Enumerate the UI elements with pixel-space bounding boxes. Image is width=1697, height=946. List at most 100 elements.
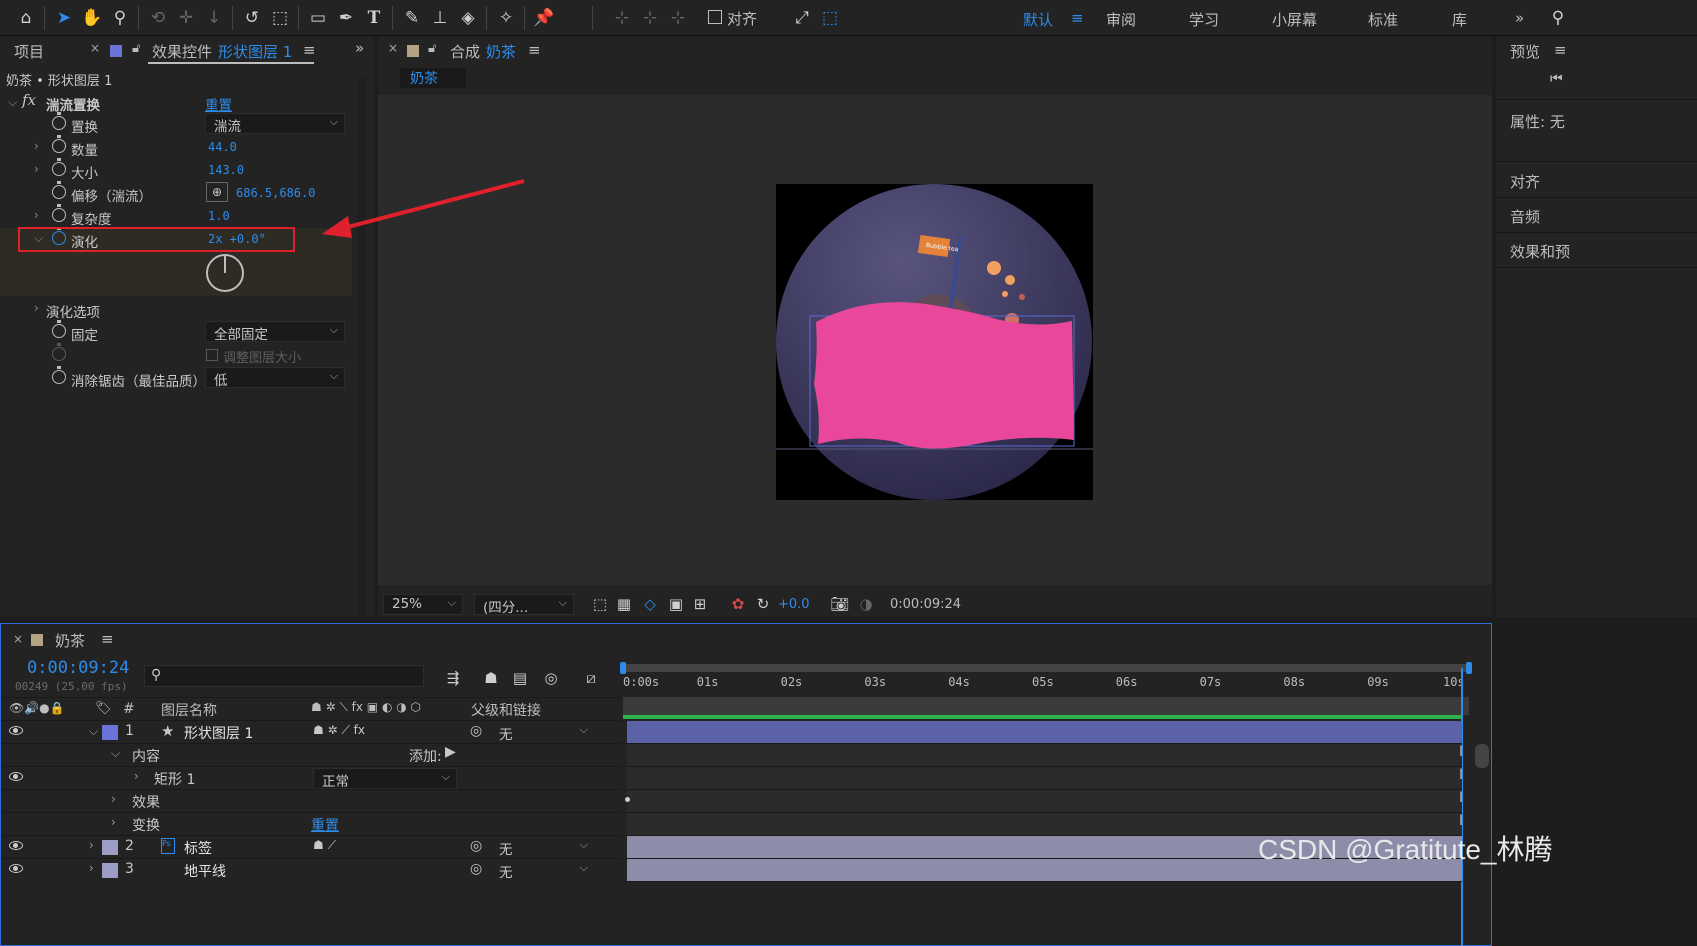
rect-row[interactable]: › 矩形 1 正常 ⌵ — [1, 767, 621, 790]
workspace-small-screen[interactable]: 小屏幕 — [1272, 9, 1317, 30]
work-area-bar[interactable] — [620, 662, 1472, 674]
resolution-dropdown[interactable]: (四分... ⌵ — [474, 594, 574, 616]
visibility-eye-icon[interactable] — [9, 864, 23, 873]
contents-row[interactable]: ⌵ 内容 添加: ▶ — [1, 744, 621, 767]
show-snapshot-icon[interactable]: ◑ — [854, 592, 878, 616]
displacement-dropdown[interactable]: 湍流 ⌵ — [205, 113, 345, 135]
preview-panel-title[interactable]: 预览 — [1510, 41, 1540, 62]
workspace-review[interactable]: 审阅 — [1106, 9, 1136, 30]
chevron-right-icon[interactable]: › — [34, 301, 39, 315]
roto-brush-icon[interactable]: ✧ — [494, 6, 518, 30]
world-axis-icon[interactable]: ⊹ — [638, 6, 662, 30]
workspace-more-button[interactable]: » — [1515, 9, 1524, 27]
visibility-eye-icon[interactable] — [9, 841, 23, 850]
parent-dropdown[interactable]: 无 ⌵ — [491, 860, 594, 881]
transform-reset-link[interactable]: 重置 — [311, 815, 339, 835]
chevron-right-icon[interactable]: › — [34, 139, 39, 153]
close-tab-icon[interactable]: × — [90, 41, 100, 55]
blend-mode-dropdown[interactable]: 正常 ⌵ — [313, 768, 457, 790]
column-layer-name[interactable]: 图层名称 — [161, 700, 217, 720]
chevron-down-icon[interactable]: ⌵ — [89, 724, 98, 739]
shy-layers-icon[interactable]: ☗ — [479, 666, 503, 690]
keyframe-dot[interactable] — [625, 797, 630, 802]
puppet-pin-icon[interactable]: 📌 — [532, 6, 556, 30]
timeline-tab-name[interactable]: 奶茶 — [55, 630, 85, 651]
layer-label-color[interactable] — [102, 863, 118, 878]
chevron-down-icon[interactable]: ⌵ — [111, 746, 120, 761]
transparency-grid-icon[interactable]: ▦ — [612, 592, 636, 616]
layer-1-bar[interactable] — [627, 721, 1462, 744]
comp-subtab[interactable]: 奶茶 — [400, 68, 466, 88]
grid-guides-icon[interactable]: ⊞ — [688, 592, 712, 616]
stopwatch-icon[interactable] — [52, 158, 66, 176]
reset-link[interactable]: 重置 — [205, 94, 232, 114]
chevron-right-icon[interactable]: › — [111, 815, 116, 829]
lock-icon[interactable]: 🔓︎ — [132, 41, 140, 56]
anchor-point-icon[interactable]: ⬚ — [268, 6, 292, 30]
layer-label-color[interactable] — [102, 725, 118, 740]
close-tab-icon[interactable]: × — [388, 41, 398, 55]
effects-row[interactable]: › 效果 — [1, 790, 621, 813]
layer-switches[interactable]: ☗ ⟋ — [313, 838, 336, 853]
preview-region-icon[interactable]: ⬚ — [588, 592, 612, 616]
layer-switches[interactable]: ☗ ✲ ⟋ fx — [313, 723, 365, 738]
stopwatch-icon[interactable] — [52, 112, 66, 130]
audio-panel-title[interactable]: 音频 — [1510, 206, 1540, 227]
view-axis-icon[interactable]: ⊹ — [666, 6, 690, 30]
selection-arrow-icon[interactable]: ➤ — [52, 6, 76, 30]
effects-presets-panel-title[interactable]: 效果和预 — [1510, 241, 1570, 262]
lock-icon[interactable]: 🔓︎ — [428, 41, 436, 56]
rectangle-icon[interactable]: ▭ — [306, 6, 330, 30]
close-tab-icon[interactable]: × — [13, 632, 23, 646]
rect-label[interactable]: 矩形 1 — [154, 769, 195, 789]
stopwatch-icon[interactable] — [52, 320, 66, 338]
layer-label-color[interactable] — [102, 840, 118, 855]
panel-scrollbar[interactable] — [357, 77, 365, 617]
size-value[interactable]: 143.0 — [208, 163, 244, 177]
search-help-icon[interactable]: ⚲ — [1546, 6, 1570, 30]
comp-canvas[interactable]: Bubble tea — [776, 184, 1093, 500]
angle-dial[interactable] — [206, 254, 244, 292]
comp-mini-flowchart-icon[interactable]: ⇶ — [441, 666, 465, 690]
snapshot-camera-icon[interactable]: 📷︎ — [828, 592, 852, 616]
skip-to-start-icon[interactable]: ⏮ — [1550, 71, 1563, 87]
panel-more-button[interactable]: » — [355, 39, 364, 57]
stopwatch-icon[interactable] — [52, 204, 66, 222]
tab-composition[interactable]: 合成 — [450, 41, 480, 62]
local-axis-icon[interactable]: ⊹ — [610, 6, 634, 30]
parent-dropdown[interactable]: 无 ⌵ — [491, 722, 594, 743]
chevron-right-icon[interactable]: › — [134, 769, 139, 783]
clone-stamp-icon[interactable]: ⊥ — [428, 6, 452, 30]
workspace-standard[interactable]: 标准 — [1368, 9, 1398, 30]
timeline-scrollbar[interactable] — [1475, 744, 1489, 768]
stopwatch-icon[interactable] — [52, 366, 66, 384]
reset-exposure-icon[interactable]: ↻ — [751, 592, 775, 616]
zoom-dropdown[interactable]: 25% ⌵ — [383, 594, 463, 615]
crosshair-icon[interactable]: ⊕ — [206, 182, 228, 202]
safe-area-icon[interactable]: ▣ — [664, 592, 688, 616]
visibility-eye-icon[interactable] — [9, 772, 23, 781]
antialias-dropdown[interactable]: 低 ⌵ — [205, 367, 345, 389]
transform-row[interactable]: › 变换 重置 — [1, 813, 621, 836]
workspace-learn[interactable]: 学习 — [1189, 9, 1219, 30]
home-icon[interactable]: ⌂ — [14, 6, 38, 30]
layer-name[interactable]: 地平线 — [184, 861, 226, 881]
align-checkbox[interactable] — [708, 10, 722, 24]
pan-camera-icon[interactable]: ✛ — [174, 6, 198, 30]
layer-row-2[interactable]: › 2 Ps 标签 ☗ ⟋ ◎ 无 ⌵ — [1, 836, 621, 859]
work-area-range[interactable] — [623, 697, 1469, 715]
chevron-down-icon[interactable]: ⌵ — [8, 95, 17, 110]
tab-effect-controls-layer[interactable]: 形状图层 1 — [218, 41, 292, 62]
layer-name[interactable]: 标签 — [184, 838, 212, 858]
eraser-icon[interactable]: ◈ — [456, 6, 480, 30]
panel-menu-icon[interactable]: ≡ — [101, 630, 114, 648]
column-parent[interactable]: 父级和链接 — [471, 700, 541, 720]
add-play-icon[interactable]: ▶ — [445, 744, 456, 760]
snap-icon[interactable]: ⤢ — [790, 6, 814, 30]
rotate-icon[interactable]: ↺ — [240, 6, 264, 30]
graph-editor-icon[interactable]: ⧄ — [579, 666, 603, 690]
channels-icon[interactable]: ✿ — [726, 592, 750, 616]
orbit-camera-icon[interactable]: ⟲ — [146, 6, 170, 30]
workspace-library[interactable]: 库 — [1452, 9, 1467, 30]
viewer-timecode[interactable]: 0:00:09:24 — [890, 597, 961, 612]
